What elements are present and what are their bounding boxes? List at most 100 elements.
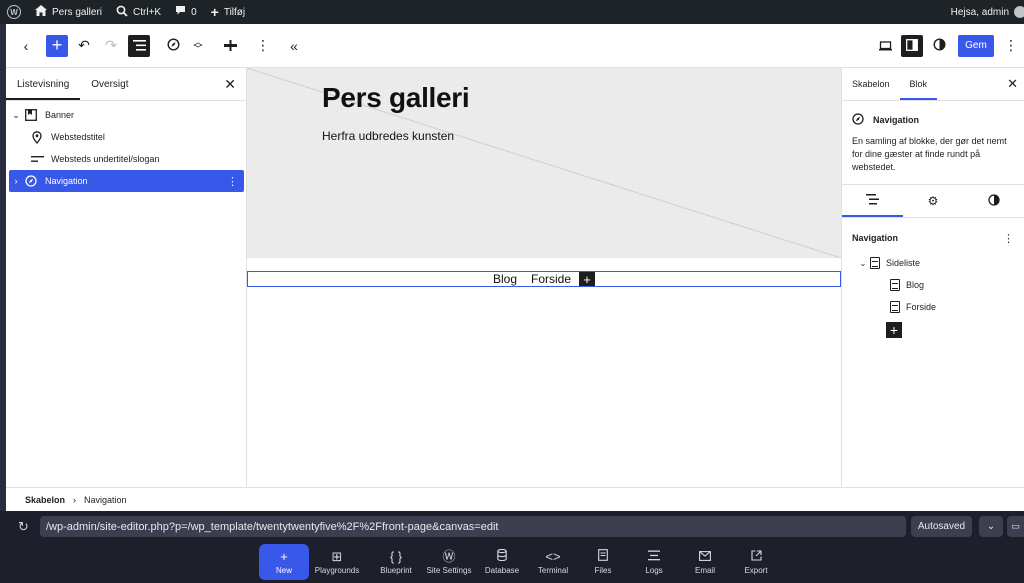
nav-item-blog[interactable]: Blog: [856, 274, 1024, 296]
nav-item-label: Blog: [906, 280, 925, 290]
dock-site-settings-button[interactable]: Ⓦ Site Settings: [423, 544, 475, 580]
toggle-view-button[interactable]: ▭: [1007, 516, 1024, 537]
navigation-block[interactable]: Blog Forside +: [247, 271, 841, 287]
autosave-status[interactable]: Autosaved: [911, 516, 972, 537]
close-list-view-button[interactable]: ✕: [214, 68, 246, 100]
breadcrumb-navigation[interactable]: Navigation: [84, 495, 127, 505]
toolbar-right: Gem ⋮: [874, 34, 1024, 57]
chevron-down-icon[interactable]: ⌄: [9, 110, 23, 121]
nav-add-block-button[interactable]: +: [579, 272, 596, 287]
banner-block[interactable]: Pers galleri Herfra udbredes kunsten: [247, 68, 841, 258]
playground-dock: + New ⊞ Playgrounds { } Blueprint Ⓦ Site…: [0, 541, 1024, 583]
tree-item-banner[interactable]: ⌄ Banner: [9, 104, 244, 126]
options-button[interactable]: ⋮: [1000, 35, 1022, 57]
close-settings-button[interactable]: ✕: [1001, 68, 1024, 100]
more-vertical-icon[interactable]: ⋮: [227, 175, 238, 188]
device-preview-button[interactable]: [874, 35, 896, 57]
tab-list-view[interactable]: Listevisning: [6, 68, 80, 100]
compass-icon: [852, 113, 864, 127]
tree-item-label: Banner: [45, 110, 75, 120]
avatar: [1014, 6, 1024, 18]
justification-button[interactable]: [219, 35, 241, 57]
tab-list[interactable]: [842, 185, 903, 217]
contrast-icon: [988, 193, 1000, 209]
dock-database-button[interactable]: Database: [476, 544, 528, 580]
settings-sidebar-button[interactable]: [901, 34, 923, 57]
search-icon: [116, 5, 128, 20]
block-inserter-button[interactable]: +: [46, 34, 68, 57]
location-pin-icon: [29, 129, 45, 145]
wordpress-menu[interactable]: W: [0, 0, 28, 24]
tree-item-site-title[interactable]: Webstedstitel: [9, 126, 244, 148]
comment-bubble-icon: [175, 5, 186, 19]
block-options-button[interactable]: ⋮: [252, 35, 274, 57]
tab-settings[interactable]: ⚙: [903, 185, 964, 217]
nav-link-blog[interactable]: Blog: [493, 272, 517, 286]
reload-icon[interactable]: ↻: [18, 519, 29, 535]
wordpress-logo-icon: W: [7, 5, 21, 19]
tab-block[interactable]: Blok: [900, 68, 938, 100]
gear-icon: ⚙: [927, 194, 939, 208]
search-shortcut-label: Ctrl+K: [133, 6, 162, 18]
dock-new-button[interactable]: + New: [259, 544, 309, 580]
tree-item-navigation[interactable]: › Navigation ⋮: [9, 170, 244, 192]
site-title[interactable]: Pers galleri: [322, 82, 470, 114]
editor-toolbar: ‹ + ↶ ↷ ︿ ﹀ ⋮ « Gem ⋮: [6, 24, 1024, 68]
block-card-header: Navigation: [852, 113, 1014, 127]
styles-button[interactable]: [928, 35, 950, 57]
dock-blueprint-button[interactable]: { } Blueprint: [370, 544, 422, 580]
page-icon: [890, 301, 900, 313]
tab-outline[interactable]: Oversigt: [80, 68, 139, 100]
nav-link-forside[interactable]: Forside: [531, 272, 571, 286]
plus-icon: +: [889, 322, 899, 338]
dock-terminal-button[interactable]: <> Terminal: [527, 544, 579, 580]
command-palette-button[interactable]: Ctrl+K: [109, 0, 168, 24]
chevron-right-icon: ›: [73, 494, 77, 505]
nav-item-label: Sideliste: [886, 258, 921, 268]
page-icon: [890, 279, 900, 291]
tab-template[interactable]: Skabelon: [842, 68, 900, 100]
more-vertical-icon: ⋮: [256, 37, 270, 53]
tree-item-site-tagline[interactable]: Websteds undertitel/slogan: [9, 148, 244, 170]
dock-email-button[interactable]: Email: [679, 544, 731, 580]
url-input[interactable]: /wp-admin/site-editor.php?p=/wp_template…: [40, 516, 906, 537]
site-tagline[interactable]: Herfra udbredes kunsten: [322, 129, 454, 143]
block-type-button[interactable]: [162, 35, 184, 57]
chevron-down-icon: ﹀: [193, 43, 203, 54]
site-name-link[interactable]: Pers galleri: [28, 0, 109, 24]
dock-files-button[interactable]: Files: [577, 544, 629, 580]
dock-playgrounds-button[interactable]: ⊞ Playgrounds: [311, 544, 363, 580]
bookmark-icon: [23, 107, 39, 123]
undo-button[interactable]: ↶: [73, 35, 95, 57]
chevron-down-icon[interactable]: ⌄: [856, 259, 870, 268]
tab-styles[interactable]: [963, 185, 1024, 217]
add-nav-item-button[interactable]: +: [886, 322, 902, 338]
nav-item-forside[interactable]: Forside: [856, 296, 1024, 318]
wordpress-icon: Ⓦ: [442, 548, 456, 564]
chevron-down-icon: ⌄: [986, 521, 996, 532]
account-menu[interactable]: Hejsa, admin: [951, 6, 1024, 18]
move-up-down-button[interactable]: ︿ ﹀: [187, 35, 209, 57]
compass-icon: [166, 37, 180, 54]
comments-link[interactable]: 0: [168, 0, 204, 24]
envelope-icon: [699, 550, 711, 563]
editor-canvas: Pers galleri Herfra udbredes kunsten Blo…: [247, 68, 841, 487]
chevron-right-icon[interactable]: ›: [9, 176, 23, 186]
dock-label: Logs: [645, 565, 663, 575]
document-overview-button[interactable]: [128, 34, 150, 57]
justify-center-icon: [223, 38, 237, 54]
back-button[interactable]: ‹: [15, 35, 37, 57]
add-new-menu[interactable]: + Tilføj: [204, 0, 252, 24]
options-dropdown-button[interactable]: ⌄: [979, 516, 1003, 537]
breadcrumb-template[interactable]: Skabelon: [25, 495, 65, 505]
list-view-panel: Listevisning Oversigt ✕ ⌄ Banner Websted…: [6, 68, 247, 487]
close-icon: ✕: [1007, 76, 1018, 91]
dock-logs-button[interactable]: Logs: [628, 544, 680, 580]
more-vertical-icon[interactable]: ⋮: [1003, 232, 1014, 245]
nav-item-page-list[interactable]: ⌄ Sideliste: [856, 252, 1024, 274]
save-button[interactable]: Gem: [958, 34, 994, 57]
dock-export-button[interactable]: Export: [730, 544, 782, 580]
dock-label: Files: [594, 566, 612, 575]
redo-button[interactable]: ↷: [100, 35, 122, 57]
collapse-toolbar-button[interactable]: «: [283, 35, 305, 57]
